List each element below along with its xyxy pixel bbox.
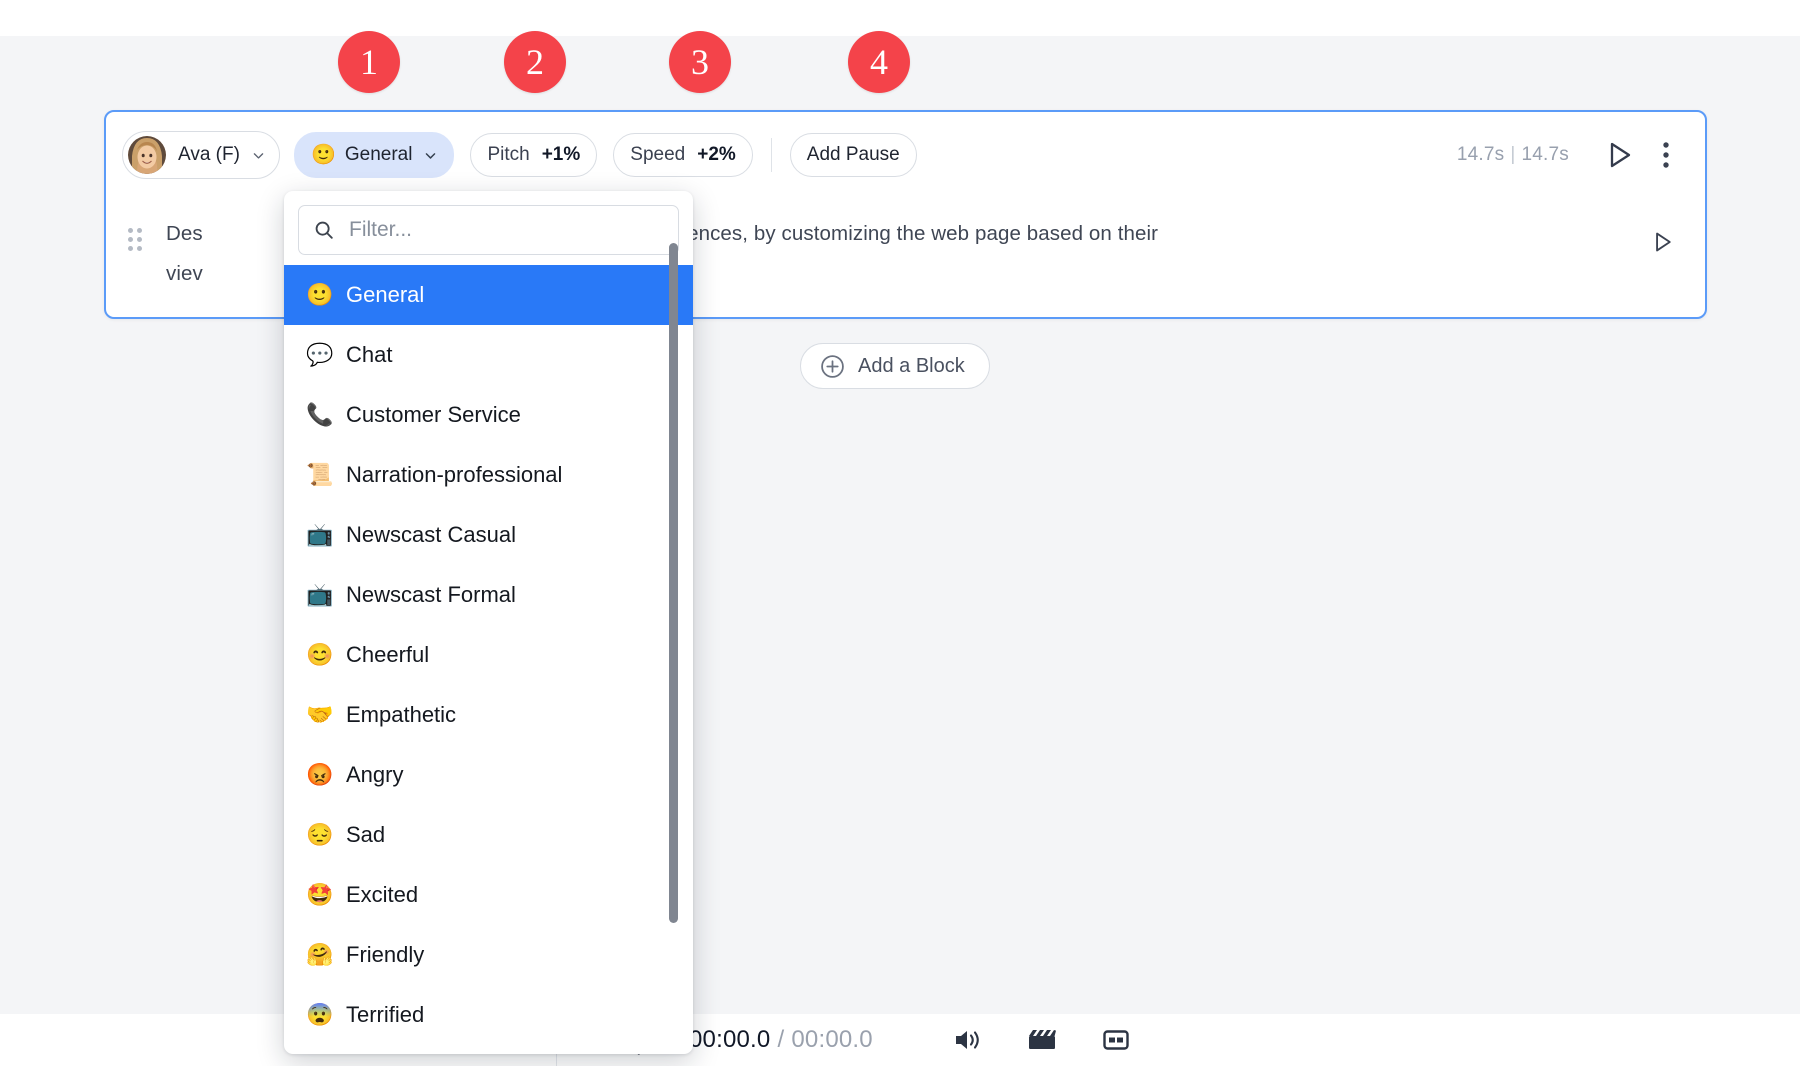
dropdown-item-label: General [346,282,424,308]
duration-total: 14.7s [1522,144,1569,165]
player-total-time: 00:00.0 [791,1026,872,1053]
volume-icon [953,1027,983,1053]
voice-selector-chip[interactable]: Ava (F) [122,131,280,179]
speed-chip[interactable]: Speed +2% [613,133,753,177]
dropdown-search-box[interactable] [298,205,679,255]
style-selector-chip[interactable]: 🙂 General [294,132,455,178]
emoji-icon: 🤩 [306,884,340,906]
volume-button[interactable] [931,1014,1005,1066]
emoji-icon: 📺 [306,584,340,606]
duration-separator: | [1510,144,1515,165]
emoji-icon: 🤝 [306,704,340,726]
emoji-icon: 😔 [306,824,340,846]
emoji-icon: 💬 [306,344,340,366]
emoji-icon: 🤗 [306,944,340,966]
dropdown-scrollbar[interactable] [669,243,678,981]
dropdown-item-label: Newscast Formal [346,582,516,608]
add-pause-button[interactable]: Add Pause [790,133,917,177]
add-block-button[interactable]: Add a Block [800,343,990,389]
closed-captions-button[interactable] [1079,1014,1153,1066]
dropdown-item-label: Chat [346,342,392,368]
dropdown-item-cheerful[interactable]: 😊 Cheerful [284,625,693,685]
dropdown-item-newscast-formal[interactable]: 📺 Newscast Formal [284,565,693,625]
duration-current: 14.7s [1457,144,1504,165]
dropdown-item-label: Customer Service [346,402,521,428]
dropdown-item-label: Narration-professional [346,462,562,488]
search-icon [313,219,335,241]
dropdown-item-label: Newscast Casual [346,522,516,548]
dropdown-item-chat[interactable]: 💬 Chat [284,325,693,385]
block-more-options-button[interactable] [1649,134,1683,176]
dropdown-scrollbar-thumb[interactable] [669,243,678,923]
pitch-label: Pitch [487,144,529,166]
dropdown-item-general[interactable]: 🙂 General [284,265,693,325]
dropdown-item-friendly[interactable]: 🤗 Friendly [284,925,693,985]
dropdown-item-label: Cheerful [346,642,429,668]
top-strip [0,0,1800,36]
chevron-down-icon [424,149,437,162]
drag-handle[interactable] [122,224,148,254]
dropdown-item-label: Empathetic [346,702,456,728]
dropdown-item-label: Sad [346,822,385,848]
avatar [128,136,166,174]
dropdown-filter-input[interactable] [347,217,664,243]
callout-badge-1: 1 [338,31,400,93]
emoji-icon: 😊 [306,644,340,666]
player-timecode: 00:00.0 / 00:00.0 [689,1026,873,1054]
add-block-label: Add a Block [858,355,965,378]
dropdown-item-label: Angry [346,762,403,788]
voice-label: Ava (F) [178,144,240,166]
dropdown-item-narration-professional[interactable]: 📜 Narration-professional [284,445,693,505]
dropdown-item-angry[interactable]: 😡 Angry [284,745,693,805]
pitch-value: +1% [542,144,581,166]
callout-badge-3: 3 [669,31,731,93]
emoji-icon: 😨 [306,1004,340,1026]
clapperboard-button[interactable] [1005,1014,1079,1066]
clapperboard-icon [1027,1027,1057,1053]
dropdown-item-customer-service[interactable]: 📞 Customer Service [284,385,693,445]
speed-label: Speed [630,144,685,166]
block-play-button[interactable] [1599,134,1641,176]
editor-canvas: Ava (F) 🙂 General Pitch +1% [0,36,1800,1014]
emoji-icon: 🙂 [306,284,340,306]
dropdown-item-label: Terrified [346,1002,424,1028]
dropdown-item-excited[interactable]: 🤩 Excited [284,865,693,925]
emoji-icon: 😡 [306,764,340,786]
plus-circle-icon [820,354,845,379]
emoji-icon: 📞 [306,404,340,426]
app-root: Ava (F) 🙂 General Pitch +1% [0,0,1800,1066]
dropdown-item-newscast-casual[interactable]: 📺 Newscast Casual [284,505,693,565]
dropdown-item-label: Friendly [346,942,424,968]
kebab-menu-icon [1663,142,1669,168]
style-emoji-icon: 🙂 [311,145,336,165]
add-pause-label: Add Pause [807,144,900,166]
cc-icon [1102,1028,1130,1052]
chevron-down-icon [252,149,265,162]
toolbar-divider [771,138,772,172]
emoji-icon: 📜 [306,464,340,486]
player-bar: 00:00.0 / 00:00.0 [0,1014,1800,1066]
dropdown-item-label: Excited [346,882,418,908]
speed-value: +2% [697,144,736,166]
dropdown-item-sad[interactable]: 😔 Sad [284,805,693,865]
dropdown-search-wrap [284,191,693,265]
callout-badge-2: 2 [504,31,566,93]
play-icon [1652,230,1674,254]
play-icon [1607,141,1633,169]
block-toolbar: Ava (F) 🙂 General Pitch +1% [106,112,1705,198]
pitch-chip[interactable]: Pitch +1% [470,133,597,177]
drag-dots-icon [128,228,142,251]
player-time-separator: / [777,1026,784,1053]
style-dropdown-panel[interactable]: 🙂 General 💬 Chat 📞 Customer Service 📜 Na… [284,191,693,1054]
dropdown-item-empathetic[interactable]: 🤝 Empathetic [284,685,693,745]
style-label: General [345,144,413,166]
player-current-time: 00:00.0 [689,1026,770,1053]
dropdown-item-list[interactable]: 🙂 General 💬 Chat 📞 Customer Service 📜 Na… [284,265,693,1054]
block-duration: 14.7s | 14.7s [1457,144,1569,166]
dropdown-item-terrified[interactable]: 😨 Terrified [284,985,693,1045]
callout-badge-4: 4 [848,31,910,93]
emoji-icon: 📺 [306,524,340,546]
block-row-play-button[interactable] [1643,222,1683,262]
